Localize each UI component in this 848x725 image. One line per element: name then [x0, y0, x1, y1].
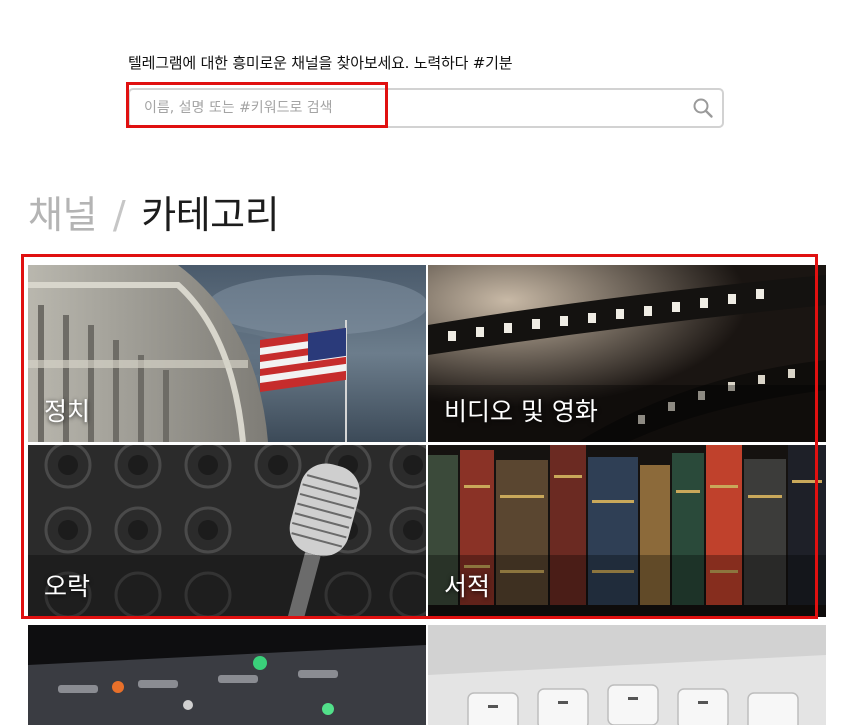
category-label: 비디오 및 영화 [444, 397, 598, 426]
mixing-console-image [28, 625, 426, 725]
category-label: 서적 [444, 572, 491, 601]
breadcrumb-channels-link[interactable]: 채널 [28, 193, 97, 237]
breadcrumb-separator: / [112, 193, 126, 237]
category-tile-music[interactable] [28, 625, 426, 725]
keyboard-keys-image [428, 625, 826, 725]
breadcrumb-current: 카테고리 [141, 193, 280, 237]
tagline: 텔레그램에 대한 흥미로운 채널을 찾아보세요. 노력하다 #기분 [128, 54, 513, 72]
category-tile-technology[interactable] [428, 625, 826, 725]
category-tile-politics[interactable]: 정치 [28, 265, 426, 442]
category-tile-entertainment[interactable]: 오락 [28, 445, 426, 617]
search-input[interactable] [144, 90, 664, 126]
category-tile-books[interactable]: 서적 [428, 445, 826, 617]
category-label: 오락 [44, 572, 91, 601]
search-icon[interactable] [692, 97, 714, 119]
category-label: 정치 [44, 397, 91, 426]
category-tile-video-film[interactable]: 비디오 및 영화 [428, 265, 826, 442]
search-box[interactable] [128, 88, 724, 128]
breadcrumb: 채널 / 카테고리 [28, 190, 280, 240]
